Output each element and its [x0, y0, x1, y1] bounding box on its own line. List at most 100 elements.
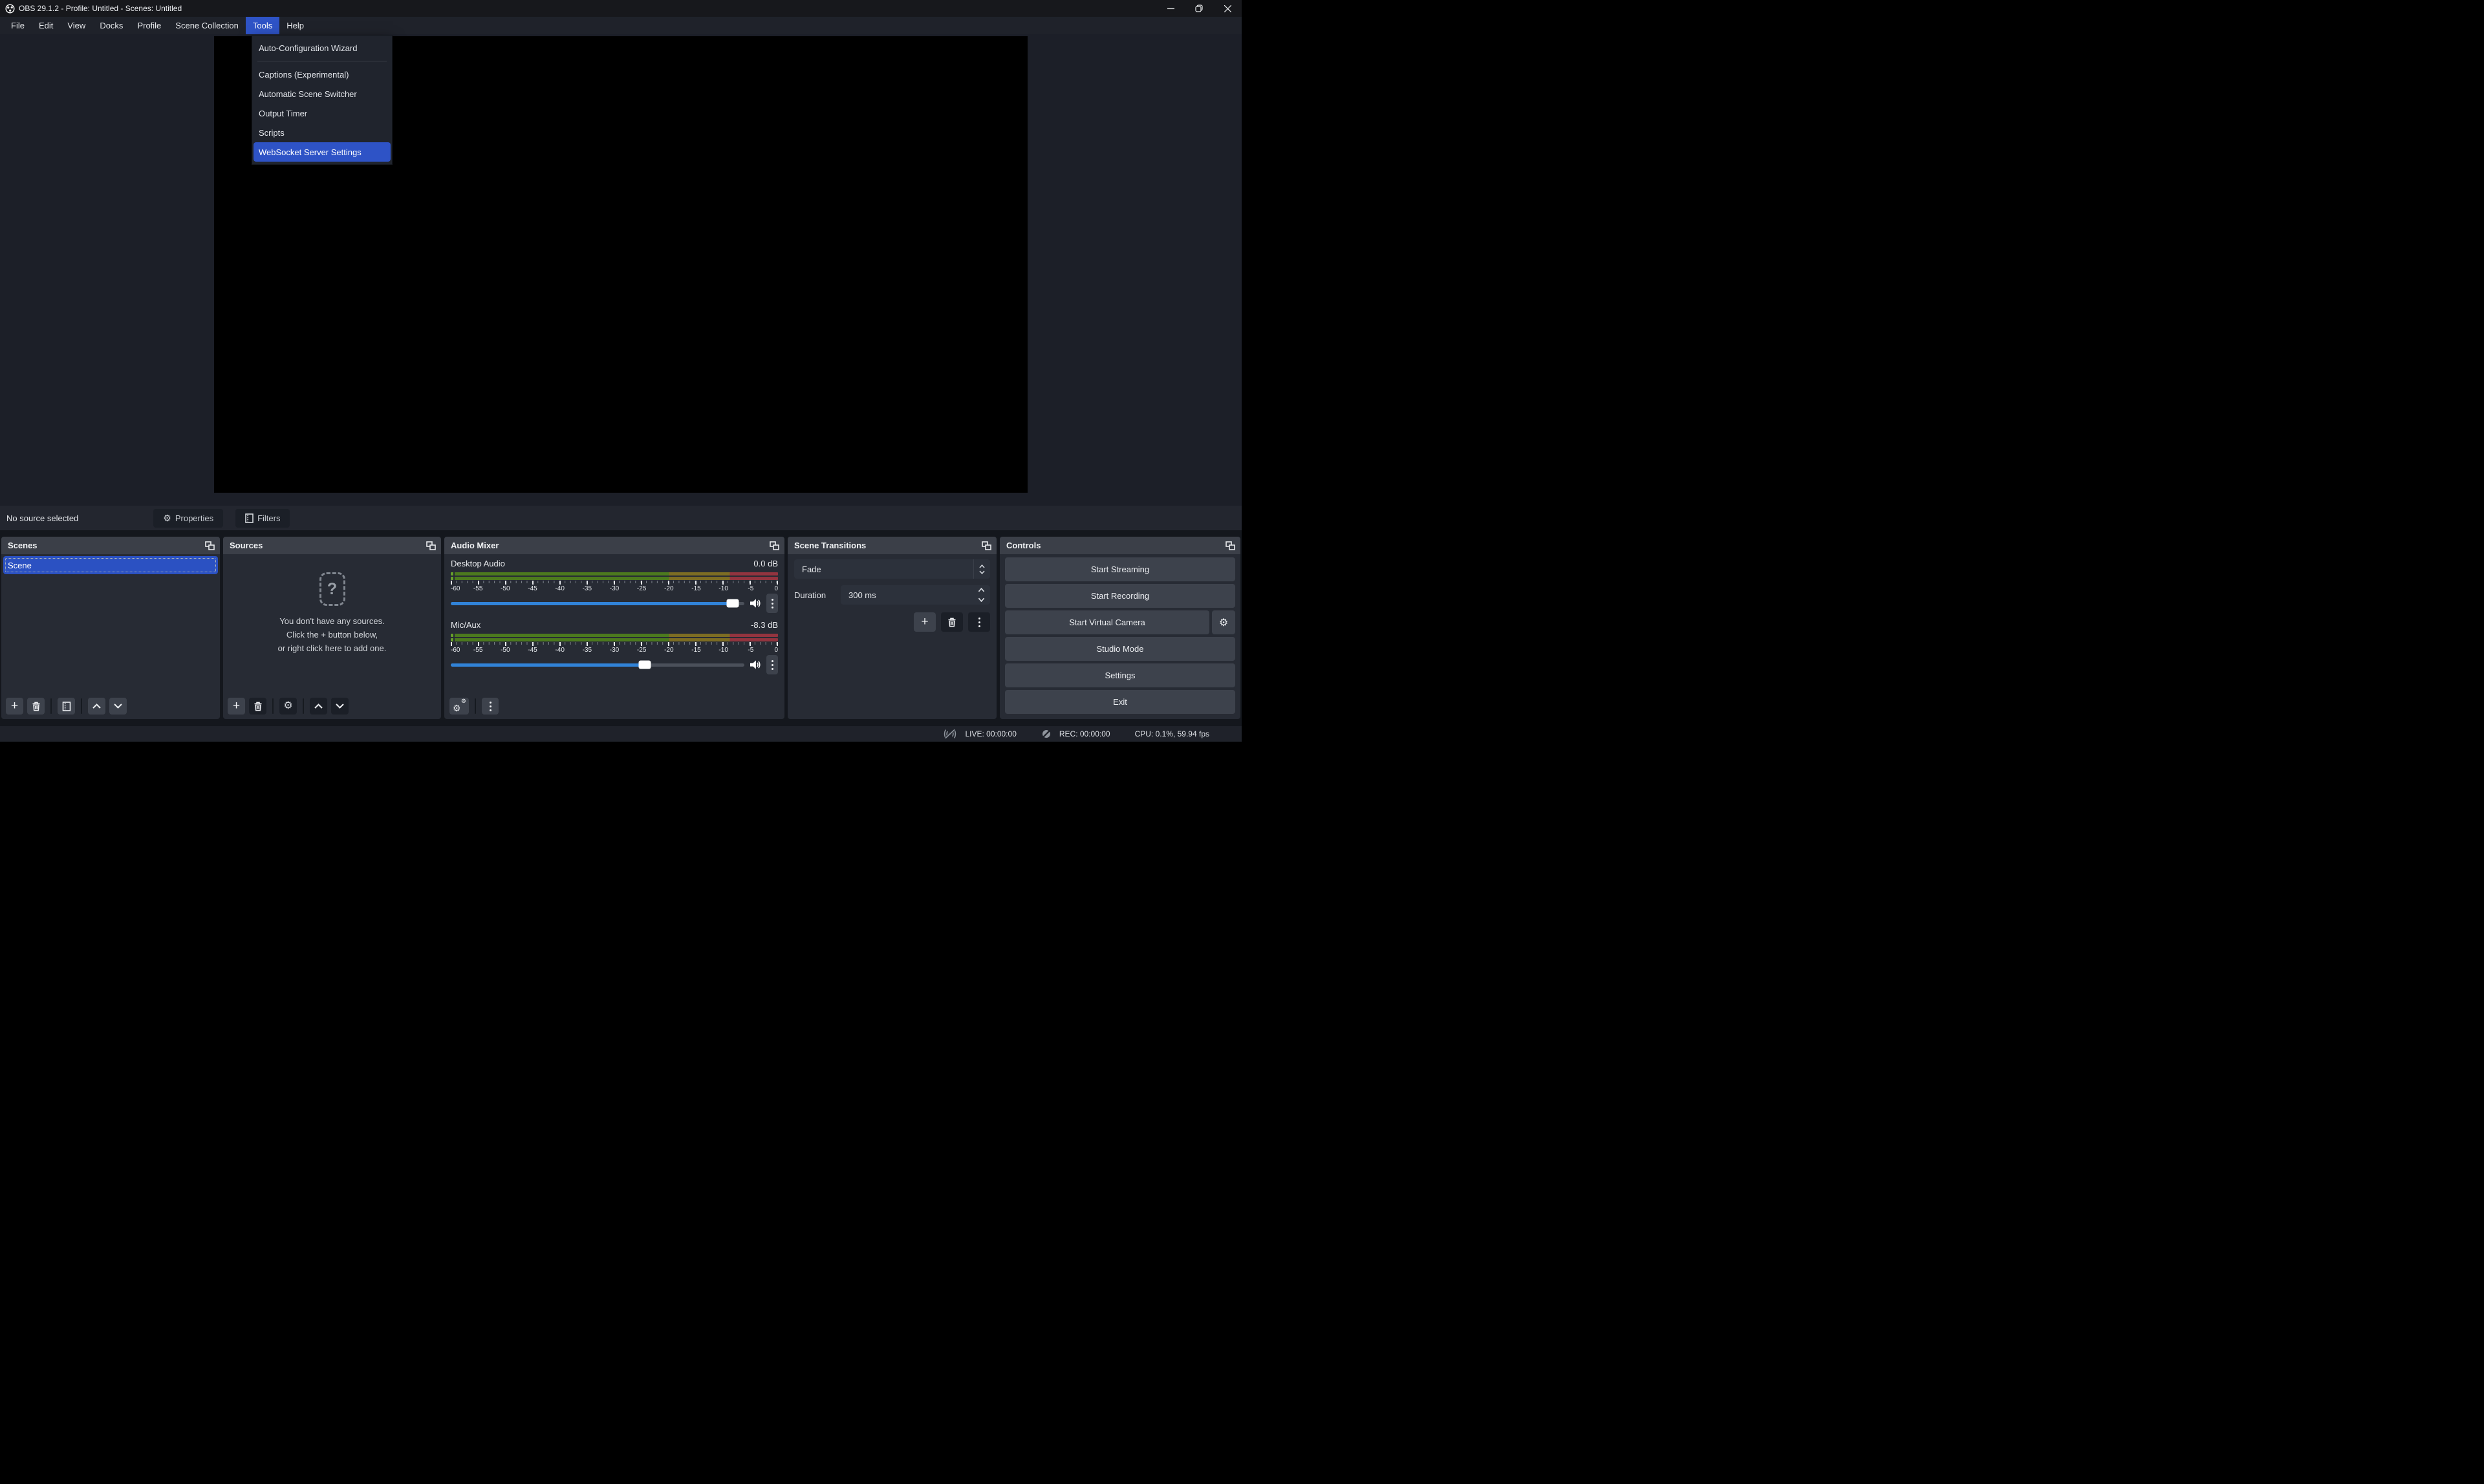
filters-icon: [245, 513, 254, 523]
studio-mode-button[interactable]: Studio Mode: [1005, 637, 1235, 661]
spin-arrows[interactable]: [973, 585, 990, 605]
scenes-header[interactable]: Scenes: [1, 537, 220, 554]
separator: [50, 698, 52, 714]
popout-icon[interactable]: [1226, 541, 1235, 550]
menu-scene-collection[interactable]: Scene Collection: [168, 17, 246, 34]
channel-options-button[interactable]: [766, 655, 778, 674]
scene-transitions-title: Scene Transitions: [794, 541, 866, 550]
sources-header[interactable]: Sources: [223, 537, 441, 554]
close-button[interactable]: [1213, 0, 1242, 17]
settings-button[interactable]: Settings: [1005, 663, 1235, 687]
obs-window: OBS 29.1.2 - Profile: Untitled - Scenes:…: [0, 0, 1242, 742]
advanced-audio-button[interactable]: ⚙ ⚙: [449, 698, 469, 715]
title-bar: OBS 29.1.2 - Profile: Untitled - Scenes:…: [0, 0, 1242, 17]
window-title: OBS 29.1.2 - Profile: Untitled - Scenes:…: [19, 4, 182, 13]
obs-logo-icon: [5, 4, 15, 14]
speaker-icon[interactable]: [750, 660, 761, 670]
popout-icon[interactable]: [982, 541, 991, 550]
start-virtual-camera-button[interactable]: Start Virtual Camera: [1005, 610, 1209, 634]
start-streaming-button[interactable]: Start Streaming: [1005, 557, 1235, 581]
scene-list-item[interactable]: Scene: [3, 556, 218, 574]
controls-header[interactable]: Controls: [1000, 537, 1240, 554]
separator: [475, 698, 476, 714]
tools-menu-item-auto-config[interactable]: Auto-Configuration Wizard: [252, 38, 392, 58]
popout-icon[interactable]: [770, 541, 779, 550]
sources-title: Sources: [230, 541, 263, 550]
remove-transition-button[interactable]: [941, 612, 963, 632]
source-move-up-button[interactable]: [310, 698, 327, 715]
tools-menu-item-output-timer[interactable]: Output Timer: [252, 103, 392, 123]
scene-move-down-button[interactable]: [109, 698, 127, 715]
virtual-camera-settings-button[interactable]: ⚙: [1212, 610, 1235, 634]
minimize-button[interactable]: [1156, 0, 1185, 17]
transition-selected-value: Fade: [794, 565, 973, 574]
properties-button[interactable]: ⚙ Properties: [153, 509, 223, 528]
chevron-down-icon: [979, 570, 985, 574]
controls-title: Controls: [1006, 541, 1041, 550]
volume-slider[interactable]: [451, 602, 744, 605]
add-scene-button[interactable]: +: [6, 698, 23, 715]
gear-icon: ⚙: [453, 703, 461, 714]
sources-list[interactable]: ? You don't have any sources. Click the …: [223, 554, 441, 693]
start-recording-button[interactable]: Start Recording: [1005, 584, 1235, 608]
status-bar: LIVE: 00:00:00 REC: 00:00:00 CPU: 0.1%, …: [0, 726, 1242, 742]
plus-icon: +: [11, 700, 18, 712]
tools-menu-item-captions[interactable]: Captions (Experimental): [252, 65, 392, 84]
scenes-panel: Scenes Scene +: [1, 537, 220, 719]
scene-transitions-panel: Scene Transitions Fade Duration 300 ms: [788, 537, 997, 719]
chevron-down-icon: [978, 597, 985, 602]
popout-icon[interactable]: [426, 541, 436, 550]
plus-icon: +: [921, 616, 928, 628]
menu-profile[interactable]: Profile: [130, 17, 168, 34]
add-transition-button[interactable]: +: [914, 612, 936, 632]
menu-help[interactable]: Help: [279, 17, 311, 34]
slider-handle[interactable]: [638, 661, 651, 669]
restore-button[interactable]: [1185, 0, 1213, 17]
tools-menu-item-scripts[interactable]: Scripts: [252, 123, 392, 142]
scene-transitions-body: Fade Duration 300 ms: [788, 554, 997, 719]
channel-db-value: -8.3 dB: [751, 620, 778, 632]
cpu-fps-stats: CPU: 0.1%, 59.94 fps: [1135, 729, 1209, 738]
exit-button[interactable]: Exit: [1005, 690, 1235, 714]
select-arrows[interactable]: [973, 559, 990, 579]
mixer-channel-desktop-audio: Desktop Audio 0.0 dB -60-55-50-45-40-35-…: [451, 559, 778, 612]
separator: [303, 698, 304, 714]
audio-mixer-panel: Audio Mixer Desktop Audio 0.0 dB -60-55-…: [444, 537, 784, 719]
scene-transitions-header[interactable]: Scene Transitions: [788, 537, 997, 554]
chevron-down-icon: [336, 704, 344, 709]
menu-view[interactable]: View: [60, 17, 92, 34]
duration-spinbox[interactable]: 300 ms: [841, 585, 990, 605]
meter-tick-labels: -60-55-50-45-40-35-30-25-20-15-10-50: [451, 647, 778, 655]
scene-filters-button[interactable]: [58, 698, 75, 715]
mixer-options-button[interactable]: [482, 698, 499, 715]
popout-icon[interactable]: [205, 541, 215, 550]
source-properties-button[interactable]: ⚙: [279, 698, 297, 715]
transition-select[interactable]: Fade: [794, 559, 990, 579]
filters-button[interactable]: Filters: [235, 509, 290, 528]
properties-label: Properties: [175, 513, 213, 523]
menu-edit[interactable]: Edit: [32, 17, 60, 34]
duration-label: Duration: [794, 590, 841, 600]
channel-options-button[interactable]: [766, 594, 778, 613]
tools-menu-item-websocket-settings[interactable]: WebSocket Server Settings: [254, 142, 391, 162]
tools-menu-item-scene-switcher[interactable]: Automatic Scene Switcher: [252, 84, 392, 103]
stream-inactive-icon: [943, 729, 957, 739]
add-source-button[interactable]: +: [228, 698, 245, 715]
gear-icon: ⚙: [163, 513, 171, 522]
menu-docks[interactable]: Docks: [92, 17, 130, 34]
slider-handle[interactable]: [726, 599, 739, 608]
volume-slider[interactable]: [451, 663, 744, 667]
menu-file[interactable]: File: [4, 17, 32, 34]
speaker-icon[interactable]: [750, 598, 761, 608]
audio-mixer-header[interactable]: Audio Mixer: [444, 537, 784, 554]
chevron-up-icon: [978, 588, 985, 592]
sources-empty-state: ? You don't have any sources. Click the …: [223, 554, 441, 693]
no-source-label: No source selected: [0, 513, 78, 523]
scene-move-up-button[interactable]: [88, 698, 105, 715]
meter-ticks: [451, 642, 778, 646]
remove-scene-button[interactable]: [27, 698, 45, 715]
source-move-down-button[interactable]: [331, 698, 349, 715]
transition-options-button[interactable]: [968, 612, 990, 632]
remove-source-button[interactable]: [249, 698, 266, 715]
menu-tools[interactable]: Tools: [246, 17, 279, 34]
